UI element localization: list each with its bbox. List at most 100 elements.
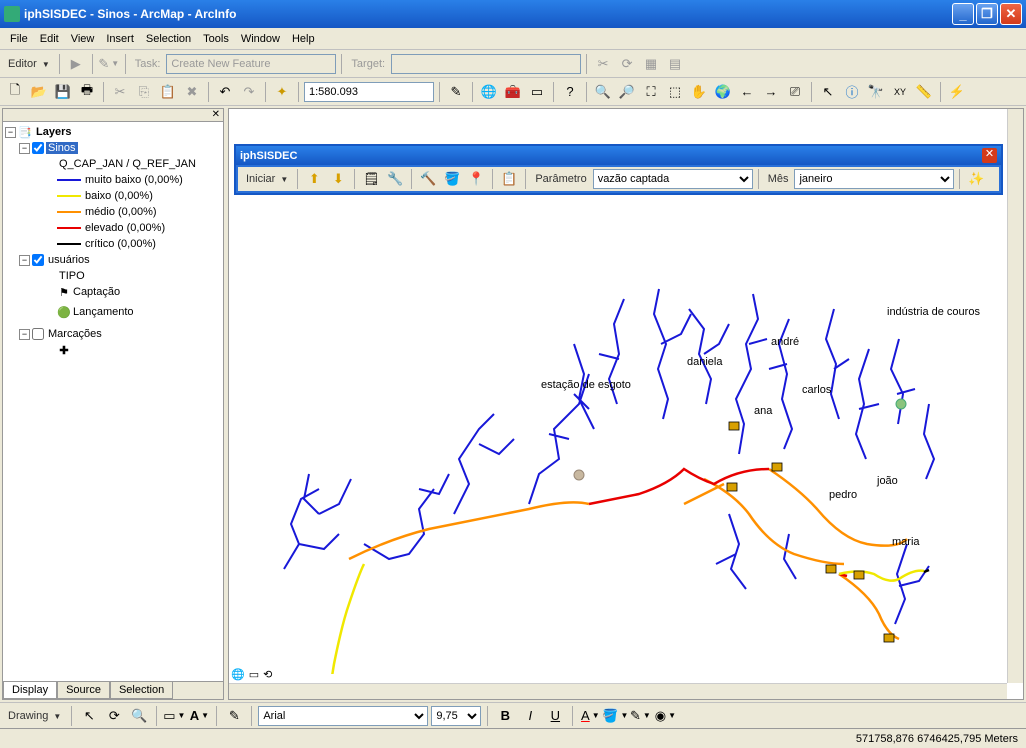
select-element-icon[interactable]: ↖ — [817, 81, 839, 103]
xy-icon[interactable]: XY — [889, 81, 911, 103]
app-icon — [4, 6, 20, 22]
copy-icon: ⎘ — [133, 81, 155, 103]
marker-color-icon[interactable]: ◉▼ — [654, 705, 676, 727]
layer-usuarios-checkbox[interactable] — [32, 254, 44, 266]
font-size-select[interactable]: 9,75 — [431, 706, 481, 726]
save-icon[interactable]: 💾 — [52, 81, 74, 103]
mes-select[interactable]: janeiro — [794, 169, 954, 189]
cmd-icon[interactable]: ▭ — [526, 81, 548, 103]
layer-sinos-checkbox[interactable] — [32, 142, 44, 154]
paint-icon[interactable]: 🪣 — [441, 168, 463, 190]
layers-root[interactable]: Layers — [34, 126, 73, 138]
print-icon[interactable]: 🖶 — [76, 81, 98, 103]
bold-icon[interactable]: B — [494, 705, 516, 727]
down-arrow-icon[interactable]: ⬇ — [327, 168, 349, 190]
cut-icon: ✂ — [109, 81, 131, 103]
tab-display[interactable]: Display — [3, 682, 57, 699]
underline-icon[interactable]: U — [544, 705, 566, 727]
tree-collapse-icon[interactable]: − — [19, 143, 30, 154]
layer-marcacoes[interactable]: Marcações — [46, 328, 104, 340]
find-icon[interactable]: 🔭 — [865, 81, 887, 103]
select-arrow-icon[interactable]: ↖ — [78, 705, 100, 727]
tab-source[interactable]: Source — [57, 682, 110, 699]
task-label: Task: — [131, 58, 165, 70]
add-data-icon[interactable]: ✦ — [271, 81, 293, 103]
rotate-element-icon[interactable]: ⟳ — [103, 705, 125, 727]
fixed-zoom-in-icon[interactable]: ⛶ — [640, 81, 662, 103]
properties-icon[interactable]: 🔧 — [384, 168, 406, 190]
iniciar-dropdown[interactable]: Iniciar ▼ — [242, 173, 292, 185]
menu-selection[interactable]: Selection — [140, 31, 197, 47]
map-view[interactable]: 🌐 ▭ ⟲ iphSISDEC ✕ Iniciar ▼ ⬆ ⬇ 🗒 🔧 🔨 🪣 — [228, 108, 1024, 700]
legend-swatch — [57, 179, 81, 181]
drawing-dropdown[interactable]: Drawing ▼ — [4, 710, 65, 722]
zoom-out-icon[interactable]: 🔎 — [616, 81, 638, 103]
menu-edit[interactable]: Edit — [34, 31, 65, 47]
menubar: File Edit View Insert Selection Tools Wi… — [0, 28, 1026, 50]
identify-icon[interactable]: ⓘ — [841, 81, 863, 103]
hammer-icon[interactable]: 🔨 — [417, 168, 439, 190]
font-select[interactable]: Arial — [258, 706, 428, 726]
editor-dropdown[interactable]: Editor ▼ — [4, 58, 54, 70]
bolt-icon[interactable]: ⚡ — [946, 81, 968, 103]
text-icon[interactable]: A▼ — [188, 705, 210, 727]
clipboard-icon[interactable]: 📋 — [498, 168, 520, 190]
back-extent-icon[interactable]: ← — [736, 81, 758, 103]
layer-marcacoes-checkbox[interactable] — [32, 328, 44, 340]
font-color-icon[interactable]: A▼ — [579, 705, 601, 727]
layer-usuarios[interactable]: usuários — [46, 254, 92, 266]
layer-sinos[interactable]: Sinos — [46, 142, 78, 154]
notes-icon[interactable]: 🗒 — [360, 168, 382, 190]
rotate-icon: ⟳ — [616, 53, 638, 75]
help-pointer-icon[interactable]: ? — [559, 81, 581, 103]
target-label: Target: — [347, 58, 389, 70]
pin-icon[interactable]: 📍 — [465, 168, 487, 190]
forward-extent-icon[interactable]: → — [760, 81, 782, 103]
zoom-in-icon[interactable]: 🔍 — [592, 81, 614, 103]
new-icon[interactable]: 🗋 — [4, 81, 26, 103]
delete-icon: ✖ — [181, 81, 203, 103]
arccatalog-icon[interactable]: 🌐 — [478, 81, 500, 103]
menu-file[interactable]: File — [4, 31, 34, 47]
menu-window[interactable]: Window — [235, 31, 286, 47]
label-carlos: carlos — [802, 384, 831, 396]
pan-icon[interactable]: ✋ — [688, 81, 710, 103]
menu-tools[interactable]: Tools — [197, 31, 235, 47]
panel-close-button[interactable]: ✕ — [982, 148, 997, 163]
maximize-button[interactable]: ❐ — [976, 3, 998, 25]
edit-vertices-icon[interactable]: ✎ — [223, 705, 245, 727]
editor-toolbar: Editor ▼ ▶ ✎▼ Task: Target: ✂ ⟳ ▦ ▤ — [0, 50, 1026, 78]
globe-icon[interactable]: 🌍 — [712, 81, 734, 103]
table-of-contents[interactable]: − 📑 Layers − Sinos Q_CAP_JAN / Q_REF_JAN… — [3, 122, 223, 681]
menu-insert[interactable]: Insert — [100, 31, 140, 47]
zoom-draw-icon[interactable]: 🔍 — [128, 705, 150, 727]
line-color-icon[interactable]: ✎▼ — [629, 705, 651, 727]
sinos-ratio-label: Q_CAP_JAN / Q_REF_JAN — [57, 158, 198, 170]
menu-view[interactable]: View — [65, 31, 101, 47]
tree-collapse-icon[interactable]: − — [5, 127, 16, 138]
editor-launch-icon[interactable]: ✎ — [445, 81, 467, 103]
parametro-select[interactable]: vazão captada — [593, 169, 753, 189]
full-extent-icon[interactable]: ⬚ — [664, 81, 686, 103]
minimize-button[interactable]: _ — [952, 3, 974, 25]
paste-icon[interactable]: 📋 — [157, 81, 179, 103]
horizontal-scrollbar[interactable] — [229, 683, 1007, 699]
goto-xy-icon[interactable]: ⎚ — [784, 81, 806, 103]
undo-icon[interactable]: ↶ — [214, 81, 236, 103]
open-icon[interactable]: 📂 — [28, 81, 50, 103]
tree-collapse-icon[interactable]: − — [19, 255, 30, 266]
tree-collapse-icon[interactable]: − — [19, 329, 30, 340]
toc-close-button[interactable]: ✕ — [3, 109, 223, 122]
fill-color-icon[interactable]: 🪣▼ — [604, 705, 626, 727]
up-arrow-icon[interactable]: ⬆ — [303, 168, 325, 190]
arctoolbox-icon[interactable]: 🧰 — [502, 81, 524, 103]
menu-help[interactable]: Help — [286, 31, 321, 47]
vertical-scrollbar[interactable] — [1007, 109, 1023, 683]
tab-selection[interactable]: Selection — [110, 682, 173, 699]
close-button[interactable]: ✕ — [1000, 3, 1022, 25]
italic-icon[interactable]: I — [519, 705, 541, 727]
measure-icon[interactable]: 📏 — [913, 81, 935, 103]
rectangle-icon[interactable]: ▭▼ — [163, 705, 185, 727]
scale-input[interactable] — [304, 82, 434, 102]
wand-icon[interactable]: ✨ — [965, 168, 987, 190]
